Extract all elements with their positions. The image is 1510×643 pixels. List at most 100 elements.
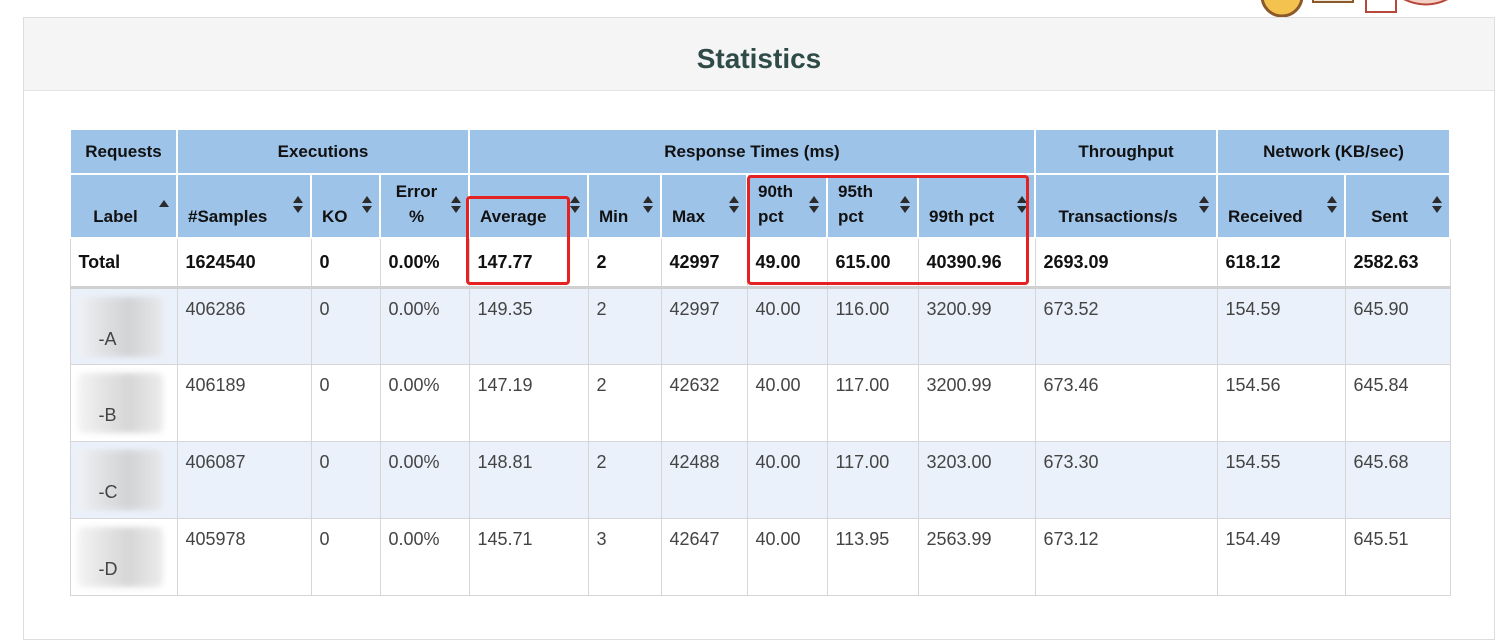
row-p90: 40.00	[746, 363, 828, 442]
column-header-p95[interactable]: 95th pct	[826, 173, 919, 239]
total-average: 147.77	[468, 237, 589, 289]
sort-icon	[1017, 196, 1027, 216]
column-header-row: Label #Samples KO Error% Average Min Max…	[69, 173, 1451, 239]
table-row: -C 406087 0 0.00% 148.81 2 42488 40.00 1…	[69, 440, 1451, 519]
row-p99: 3200.99	[917, 363, 1036, 442]
row-p90: 40.00	[746, 517, 828, 596]
column-header-received[interactable]: Received	[1216, 173, 1346, 239]
row-error: 0.00%	[379, 440, 470, 519]
total-samples: 1624540	[176, 237, 312, 289]
column-samples-text: #Samples	[188, 207, 268, 226]
row-average: 149.35	[468, 286, 589, 365]
row-p95: 117.00	[826, 440, 919, 519]
column-ko-text: KO	[322, 207, 348, 226]
total-label: Total	[69, 237, 178, 289]
row-min: 2	[587, 363, 662, 442]
redacted-label-blur	[76, 449, 163, 510]
column-header-samples[interactable]: #Samples	[176, 173, 312, 239]
row-transactions: 673.30	[1034, 440, 1218, 519]
row-label-cell: -C	[69, 440, 178, 519]
sort-icon	[1199, 196, 1209, 216]
group-header-row: Requests Executions Response Times (ms) …	[69, 128, 1451, 175]
row-min: 3	[587, 517, 662, 596]
column-error-line2: %	[408, 207, 425, 226]
group-header-network: Network (KB/sec)	[1216, 128, 1451, 175]
column-header-error[interactable]: Error%	[379, 173, 470, 239]
row-min: 2	[587, 440, 662, 519]
row-average: 148.81	[468, 440, 589, 519]
row-samples: 405978	[176, 517, 312, 596]
row-average: 147.19	[468, 363, 589, 442]
group-header-response-times: Response Times (ms)	[468, 128, 1036, 175]
column-p95-line2: pct	[838, 207, 864, 226]
column-header-p99[interactable]: 99th pct	[917, 173, 1036, 239]
group-header-requests: Requests	[69, 128, 178, 175]
row-p95: 116.00	[826, 286, 919, 365]
group-header-executions: Executions	[176, 128, 470, 175]
column-max-text: Max	[672, 207, 706, 226]
row-ko: 0	[310, 363, 381, 442]
column-header-ko[interactable]: KO	[310, 173, 381, 239]
column-header-transactions[interactable]: Transactions/s	[1034, 173, 1218, 239]
total-sent: 2582.63	[1344, 237, 1451, 289]
group-header-throughput: Throughput	[1034, 128, 1218, 175]
row-ko: 0	[310, 517, 381, 596]
row-p99: 3203.00	[917, 440, 1036, 519]
sort-ascending-icon	[159, 196, 169, 216]
row-min: 2	[587, 286, 662, 365]
row-max: 42488	[660, 440, 748, 519]
redacted-label-blur	[76, 526, 163, 587]
column-header-label[interactable]: Label	[69, 173, 178, 239]
column-header-sent[interactable]: Sent	[1344, 173, 1451, 239]
row-error: 0.00%	[379, 517, 470, 596]
column-transactions-text: Transactions/s	[1058, 207, 1178, 226]
row-label-cell: -B	[69, 363, 178, 442]
column-p95-line1: 95th	[838, 182, 873, 201]
column-label-text: Label	[93, 207, 138, 226]
sort-icon	[1327, 196, 1337, 216]
column-p90-line1: 90th	[758, 182, 793, 201]
row-transactions: 673.46	[1034, 363, 1218, 442]
row-p90: 40.00	[746, 440, 828, 519]
column-header-average[interactable]: Average	[468, 173, 589, 239]
column-p90-line2: pct	[758, 207, 784, 226]
table-row: -B 406189 0 0.00% 147.19 2 42632 40.00 1…	[69, 363, 1451, 442]
column-header-max[interactable]: Max	[660, 173, 748, 239]
total-p90: 49.00	[746, 237, 828, 289]
row-sent: 645.84	[1344, 363, 1451, 442]
total-row: Total 1624540 0 0.00% 147.77 2 42997 49.…	[69, 237, 1451, 289]
sort-icon	[643, 196, 653, 216]
row-sent: 645.68	[1344, 440, 1451, 519]
total-error: 0.00%	[379, 237, 470, 289]
sort-icon	[570, 196, 580, 216]
redacted-label-blur	[76, 372, 163, 433]
row-received: 154.49	[1216, 517, 1346, 596]
column-error-line1: Error	[395, 182, 438, 201]
row-label: -B	[98, 404, 117, 425]
sort-icon	[1432, 196, 1442, 216]
row-max: 42647	[660, 517, 748, 596]
total-received: 618.12	[1216, 237, 1346, 289]
row-sent: 645.51	[1344, 517, 1451, 596]
row-transactions: 673.52	[1034, 286, 1218, 365]
total-p95: 615.00	[826, 237, 919, 289]
row-transactions: 673.12	[1034, 517, 1218, 596]
sort-icon	[362, 196, 372, 216]
row-samples: 406189	[176, 363, 312, 442]
column-header-p90[interactable]: 90th pct	[746, 173, 828, 239]
table-row: -A 406286 0 0.00% 149.35 2 42997 40.00 1…	[69, 286, 1451, 365]
row-p99: 2563.99	[917, 517, 1036, 596]
row-received: 154.59	[1216, 286, 1346, 365]
row-p99: 3200.99	[917, 286, 1036, 365]
row-p95: 113.95	[826, 517, 919, 596]
column-header-min[interactable]: Min	[587, 173, 662, 239]
row-error: 0.00%	[379, 286, 470, 365]
row-error: 0.00%	[379, 363, 470, 442]
row-label-cell: -D	[69, 517, 178, 596]
row-samples: 406286	[176, 286, 312, 365]
row-p90: 40.00	[746, 286, 828, 365]
sort-icon	[293, 196, 303, 216]
row-label: -C	[98, 481, 118, 502]
total-min: 2	[587, 237, 662, 289]
row-label: -D	[98, 558, 118, 579]
